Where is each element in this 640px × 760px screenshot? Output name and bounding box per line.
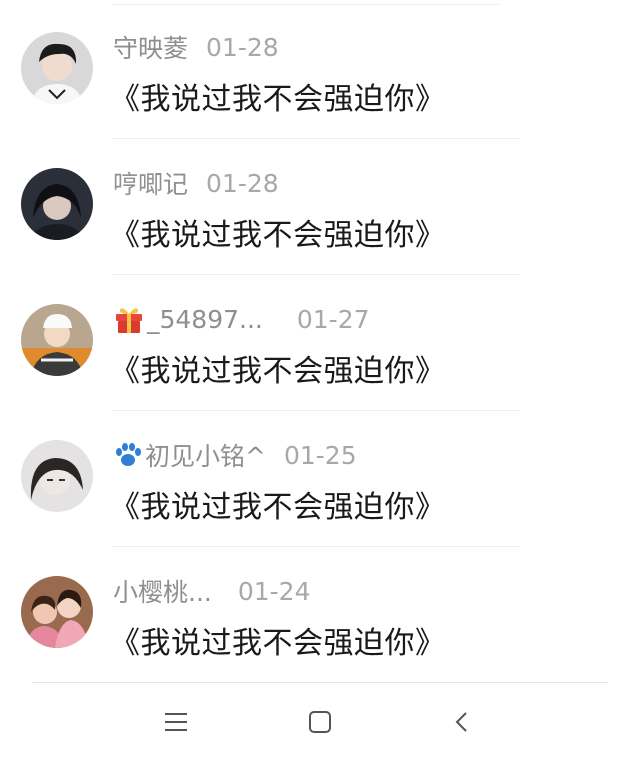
system-navbar <box>0 682 640 760</box>
comment-meta: 小樱桃... 01-24 <box>113 574 311 608</box>
gift-icon <box>113 303 145 335</box>
comment-meta: 哼唧记 01-28 <box>113 166 279 200</box>
avatar[interactable] <box>21 304 93 376</box>
username[interactable]: 小樱桃... <box>113 573 212 609</box>
comment-text: 《我说过我不会强迫你》 <box>110 354 446 389</box>
comment-item[interactable]: 初见小铭^ 01-25 《我说过我不会强迫你》 <box>0 408 640 544</box>
comment-date: 01-27 <box>296 304 370 334</box>
home-icon <box>307 709 333 735</box>
avatar[interactable] <box>21 440 93 512</box>
comment-meta: 守映菱 01-28 <box>113 30 279 64</box>
back-icon <box>452 710 472 734</box>
comment-date: 01-25 <box>283 440 357 470</box>
username[interactable]: 初见小铭^ <box>145 437 266 473</box>
avatar[interactable] <box>21 32 93 104</box>
menu-button[interactable] <box>146 700 206 744</box>
navbar-divider <box>32 682 608 683</box>
comment-item[interactable]: 哼唧记 01-28 《我说过我不会强迫你》 <box>0 136 640 272</box>
comment-text: 《我说过我不会强迫你》 <box>110 218 446 253</box>
username[interactable]: _54897... <box>147 305 263 334</box>
menu-icon <box>163 711 189 733</box>
avatar[interactable] <box>21 576 93 648</box>
comment-meta: _54897... 01-27 <box>113 302 370 336</box>
comment-item[interactable]: _54897... 01-27 《我说过我不会强迫你》 <box>0 272 640 408</box>
comment-date: 01-28 <box>206 168 279 198</box>
comment-text: 《我说过我不会强迫你》 <box>110 82 446 117</box>
home-button[interactable] <box>290 700 350 744</box>
comment-item[interactable]: 小樱桃... 01-24 《我说过我不会强迫你》 <box>0 544 640 680</box>
comment-item[interactable]: 守映菱 01-28 《我说过我不会强迫你》 <box>0 0 640 136</box>
comment-text: 《我说过我不会强迫你》 <box>110 490 446 525</box>
back-button[interactable] <box>432 700 492 744</box>
comment-date: 01-24 <box>237 576 311 606</box>
username[interactable]: 哼唧记 <box>113 165 188 201</box>
comment-text: 《我说过我不会强迫你》 <box>110 626 446 661</box>
comment-meta: 初见小铭^ 01-25 <box>113 438 357 472</box>
avatar[interactable] <box>21 168 93 240</box>
paw-icon <box>113 440 143 470</box>
comment-date: 01-28 <box>206 32 279 62</box>
username[interactable]: 守映菱 <box>113 29 188 65</box>
